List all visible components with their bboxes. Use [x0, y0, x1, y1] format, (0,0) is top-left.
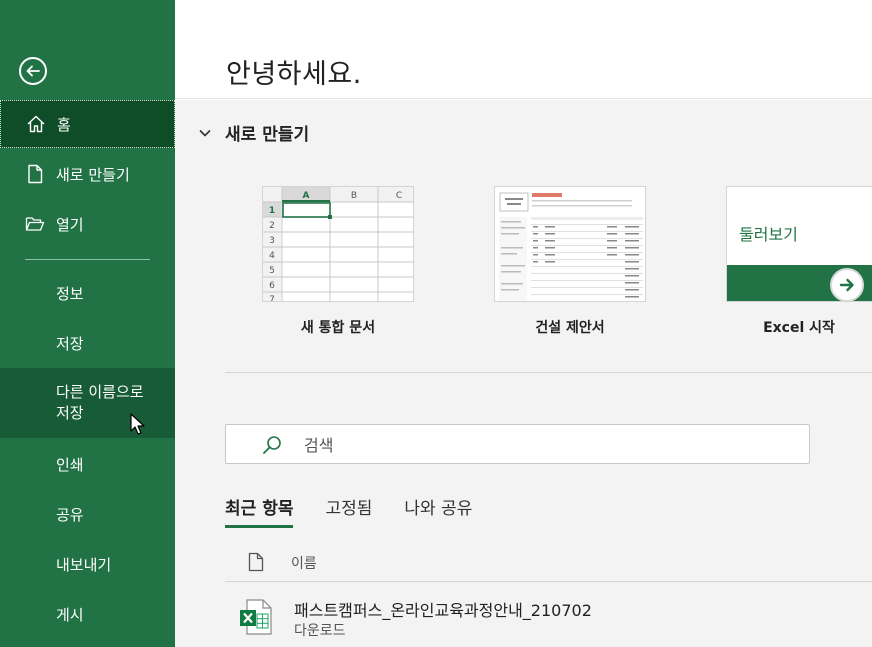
home-icon [27, 115, 45, 133]
section-separator [225, 372, 872, 373]
new-section-title: 새로 만들기 [225, 125, 310, 145]
nav-save-as-line1: 다른 이름으로 [56, 383, 144, 401]
nav-home-label: 홈 [57, 115, 71, 134]
nav-share-label: 공유 [56, 505, 84, 524]
chevron-down-icon [199, 129, 211, 137]
template-blank-workbook[interactable]: A B C 1 2 3 4 5 6 7 새 통합 문서 [262, 186, 414, 336]
grid-row-3: 3 [269, 236, 275, 246]
back-button[interactable] [19, 57, 47, 85]
proposal-preview-graphic [499, 192, 643, 301]
file-name: 패스트캠퍼스_온라인교육과정안내_210702 [294, 601, 592, 620]
grid-col-b: B [351, 191, 357, 201]
file-location: 다운로드 [294, 623, 346, 639]
new-section-header[interactable]: 새로 만들기 [197, 120, 309, 145]
main-content: 새로 만들기 A B C 1 2 3 4 5 6 7 새 통합 문서 건설 제안… [175, 100, 872, 647]
nav-export[interactable]: 내보내기 [0, 541, 175, 587]
grid-row-1: 1 [269, 206, 275, 216]
spreadsheet-grid-preview: A B C 1 2 3 4 5 6 7 [263, 187, 413, 302]
template-construction-proposal[interactable]: 건설 제안서 [494, 186, 646, 336]
template-tour-name: Excel 시작 [763, 320, 835, 336]
nav-new[interactable]: 새로 만들기 [0, 150, 175, 198]
nav-save[interactable]: 저장 [0, 320, 175, 366]
search-icon [263, 436, 281, 454]
nav-save-label: 저장 [56, 334, 84, 353]
file-type-icon [248, 552, 264, 572]
file-list-header: 이름 [225, 550, 872, 582]
search-box[interactable] [225, 424, 810, 464]
excel-file-icon [240, 599, 272, 635]
nav-publish-label: 게시 [56, 605, 84, 624]
template-excel-tour[interactable]: 둘러보기 Excel 시작 [726, 186, 872, 336]
grid-row-6: 6 [269, 281, 275, 291]
nav-export-label: 내보내기 [56, 555, 112, 574]
nav-home[interactable]: 홈 [0, 100, 175, 148]
greeting-title: 안녕하세요. [226, 59, 362, 90]
nav-save-as-line2: 저장 [56, 404, 84, 422]
new-document-icon [28, 164, 43, 184]
template-proposal-name: 건설 제안서 [535, 320, 605, 336]
backstage-sidebar: 홈 새로 만들기 열기 정보 저장 다른 이름으로 저장 인쇄 공유 내보내기 … [0, 0, 175, 647]
tour-arrow-button [830, 268, 864, 301]
nav-print[interactable]: 인쇄 [0, 441, 175, 487]
mouse-cursor-icon [130, 413, 145, 435]
nav-share[interactable]: 공유 [0, 491, 175, 537]
template-tour-thumbnail: 둘러보기 [726, 186, 872, 302]
nav-info-label: 정보 [56, 284, 84, 303]
nav-print-label: 인쇄 [56, 455, 84, 474]
file-row[interactable]: 패스트캠퍼스_온라인교육과정안내_210702 다운로드 [225, 593, 872, 647]
template-proposal-thumbnail [494, 186, 646, 302]
nav-publish[interactable]: 게시 [0, 591, 175, 637]
sidebar-divider [25, 259, 150, 260]
nav-open-label: 열기 [56, 215, 84, 234]
tab-pinned[interactable]: 고정됨 [325, 494, 372, 525]
grid-row-5: 5 [269, 266, 275, 276]
template-blank-name: 새 통합 문서 [300, 320, 376, 336]
grid-row-7: 7 [269, 295, 275, 302]
template-blank-thumbnail: A B C 1 2 3 4 5 6 7 [262, 186, 414, 302]
grid-row-2: 2 [269, 221, 275, 231]
nav-new-label: 새로 만들기 [56, 165, 130, 184]
tab-recent[interactable]: 최근 항목 [225, 494, 294, 528]
grid-col-c: C [396, 191, 402, 201]
main-header: 안녕하세요. [175, 0, 872, 99]
tab-shared-with-me[interactable]: 나와 공유 [404, 494, 472, 525]
tour-thumb-text: 둘러보기 [739, 225, 798, 244]
folder-open-icon [25, 217, 45, 231]
column-name-header[interactable]: 이름 [291, 553, 317, 573]
back-arrow-icon [26, 65, 40, 77]
grid-col-a: A [303, 191, 310, 201]
file-tabs: 최근 항목 고정됨 나와 공유 [225, 494, 504, 528]
grid-row-4: 4 [269, 251, 275, 261]
nav-save-as[interactable]: 다른 이름으로 저장 [0, 368, 175, 438]
search-input[interactable] [304, 433, 784, 457]
nav-open[interactable]: 열기 [0, 200, 175, 248]
arrow-right-icon [839, 278, 854, 292]
nav-info[interactable]: 정보 [0, 270, 175, 316]
